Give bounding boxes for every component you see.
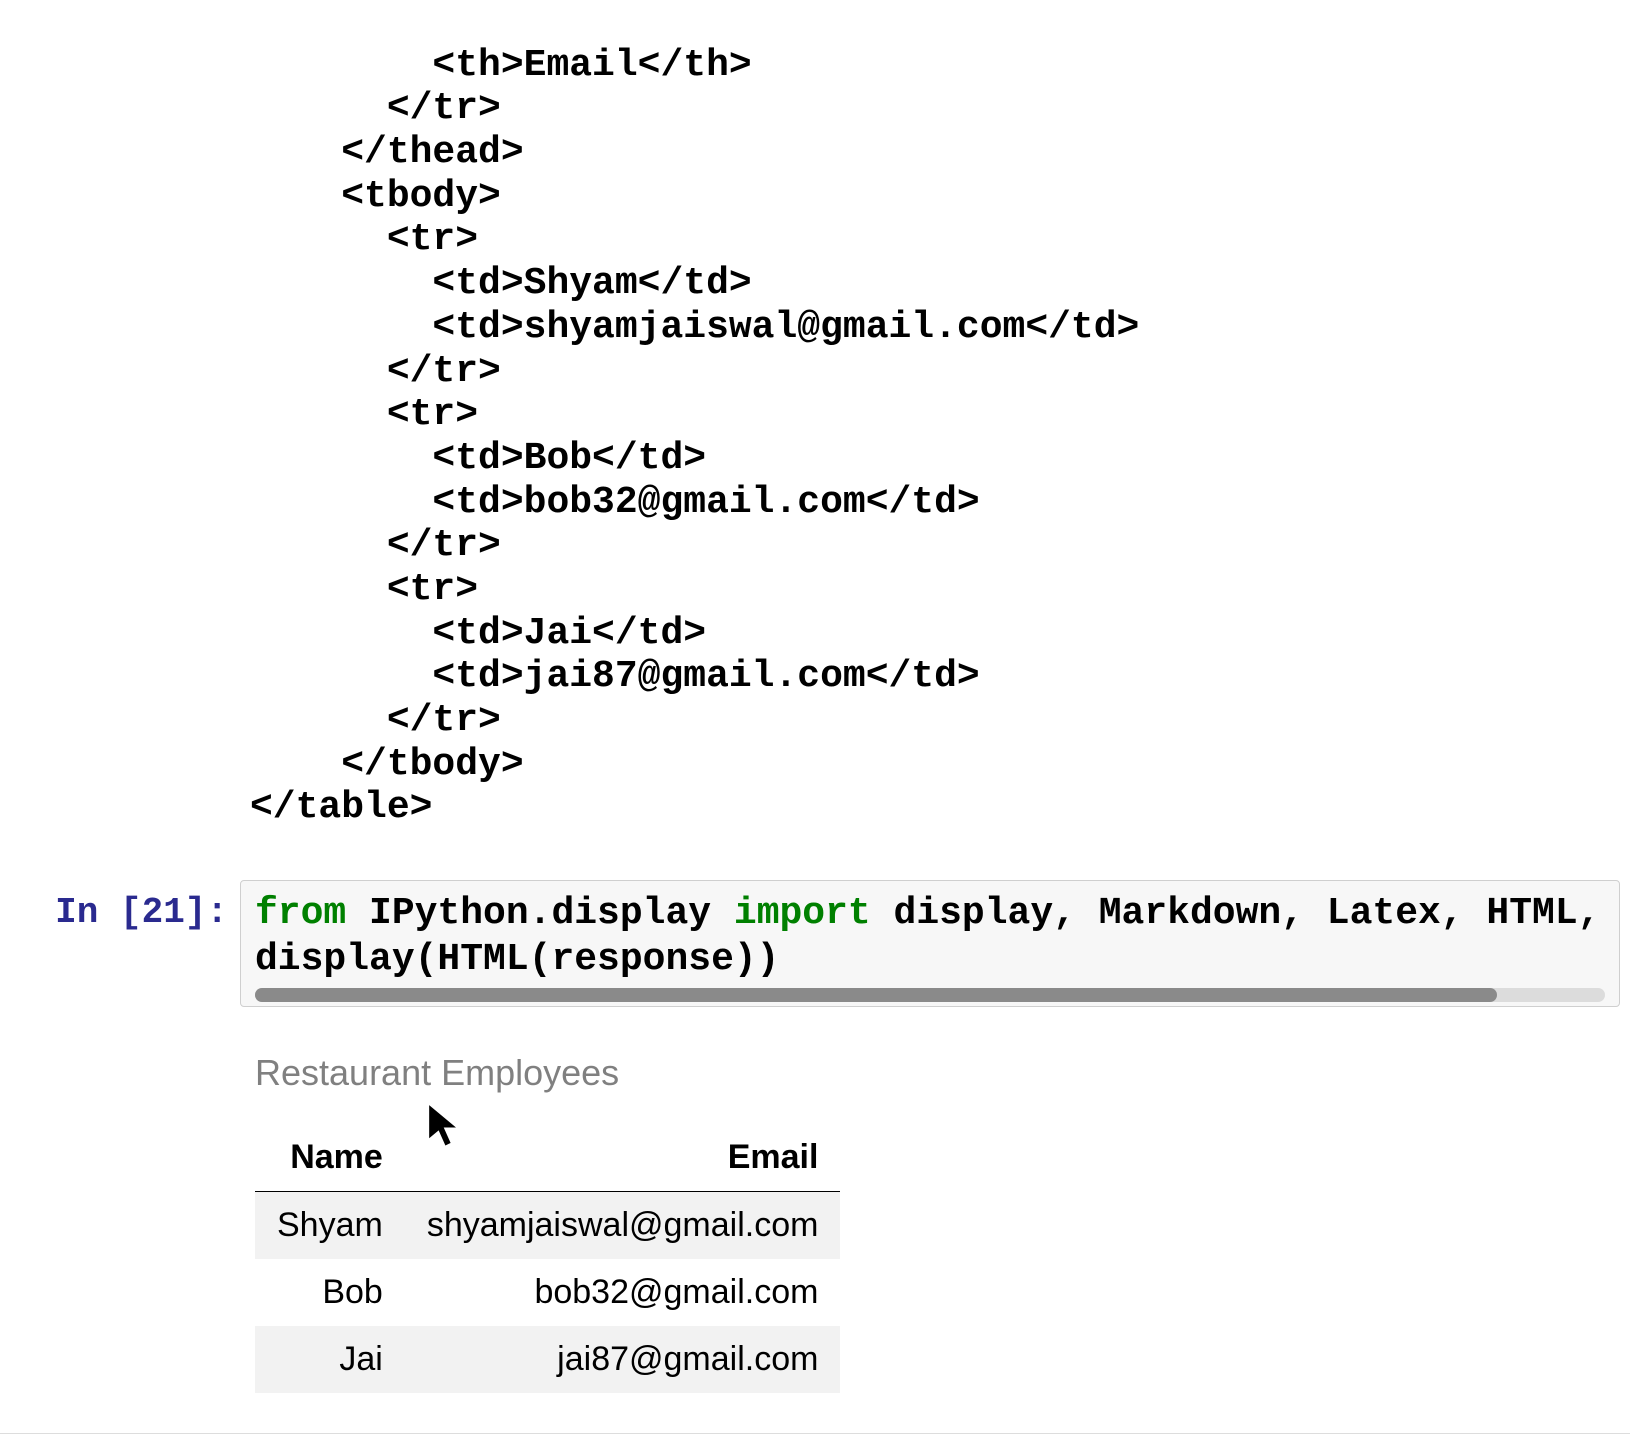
code-line: </tr> <box>250 524 501 567</box>
table-caption: Restaurant Employees <box>255 1052 1630 1094</box>
code-line: </table> <box>250 786 432 829</box>
table-row: Jai jai87@gmail.com <box>255 1326 840 1393</box>
code-segment: display(HTML(response)) <box>255 938 780 981</box>
cell-email: jai87@gmail.com <box>405 1326 841 1393</box>
code-segment: IPython.display <box>346 892 734 935</box>
scrollbar-thumb[interactable] <box>255 988 1497 1002</box>
column-header-name: Name <box>255 1124 405 1192</box>
table-row: Bob bob32@gmail.com <box>255 1259 840 1326</box>
code-line: <th>Email</th> <box>250 44 752 87</box>
cell-name: Bob <box>255 1259 405 1326</box>
code-line: <tr> <box>250 568 478 611</box>
cell-email: bob32@gmail.com <box>405 1259 841 1326</box>
code-line: <td>bob32@gmail.com</td> <box>250 481 980 524</box>
code-line: </tr> <box>250 699 501 742</box>
keyword-from: from <box>255 892 346 935</box>
code-line: <td>Bob</td> <box>250 437 706 480</box>
cell-output-text: <th>Email</th> </tr> </thead> <tbody> <t… <box>250 0 1630 830</box>
table-header-row: Name Email <box>255 1124 840 1192</box>
column-header-email: Email <box>405 1124 841 1192</box>
horizontal-scrollbar[interactable] <box>255 988 1605 1002</box>
code-line: </tbody> <box>250 743 524 786</box>
code-segment: display, Markdown, Latex, HTML, J <box>871 892 1620 935</box>
code-line: </tr> <box>250 350 501 393</box>
code-line: <td>Shyam</td> <box>250 262 752 305</box>
input-prompt-label: In [21]: <box>0 880 240 933</box>
cell-output-html: Restaurant Employees Name Email Shyam sh… <box>255 1052 1630 1393</box>
code-cell: In [21]: from IPython.display import dis… <box>0 880 1630 1007</box>
code-line: </tr> <box>250 87 501 130</box>
cell-name: Jai <box>255 1326 405 1393</box>
table-row: Shyam shyamjaiswal@gmail.com <box>255 1192 840 1260</box>
keyword-import: import <box>734 892 871 935</box>
notebook-container: <th>Email</th> </tr> </thead> <tbody> <t… <box>0 0 1630 1434</box>
employees-table: Name Email Shyam shyamjaiswal@gmail.com … <box>255 1124 840 1393</box>
code-input-area[interactable]: from IPython.display import display, Mar… <box>240 880 1620 1007</box>
code-editor[interactable]: from IPython.display import display, Mar… <box>255 891 1605 982</box>
code-line: <tbody> <box>250 175 501 218</box>
code-line: <td>jai87@gmail.com</td> <box>250 655 980 698</box>
code-line: <td>Jai</td> <box>250 612 706 655</box>
cell-email: shyamjaiswal@gmail.com <box>405 1192 841 1260</box>
code-line: <tr> <box>250 218 478 261</box>
code-line: <tr> <box>250 393 478 436</box>
code-line: <td>shyamjaiswal@gmail.com</td> <box>250 306 1139 349</box>
cell-name: Shyam <box>255 1192 405 1260</box>
code-line: </thead> <box>250 131 524 174</box>
